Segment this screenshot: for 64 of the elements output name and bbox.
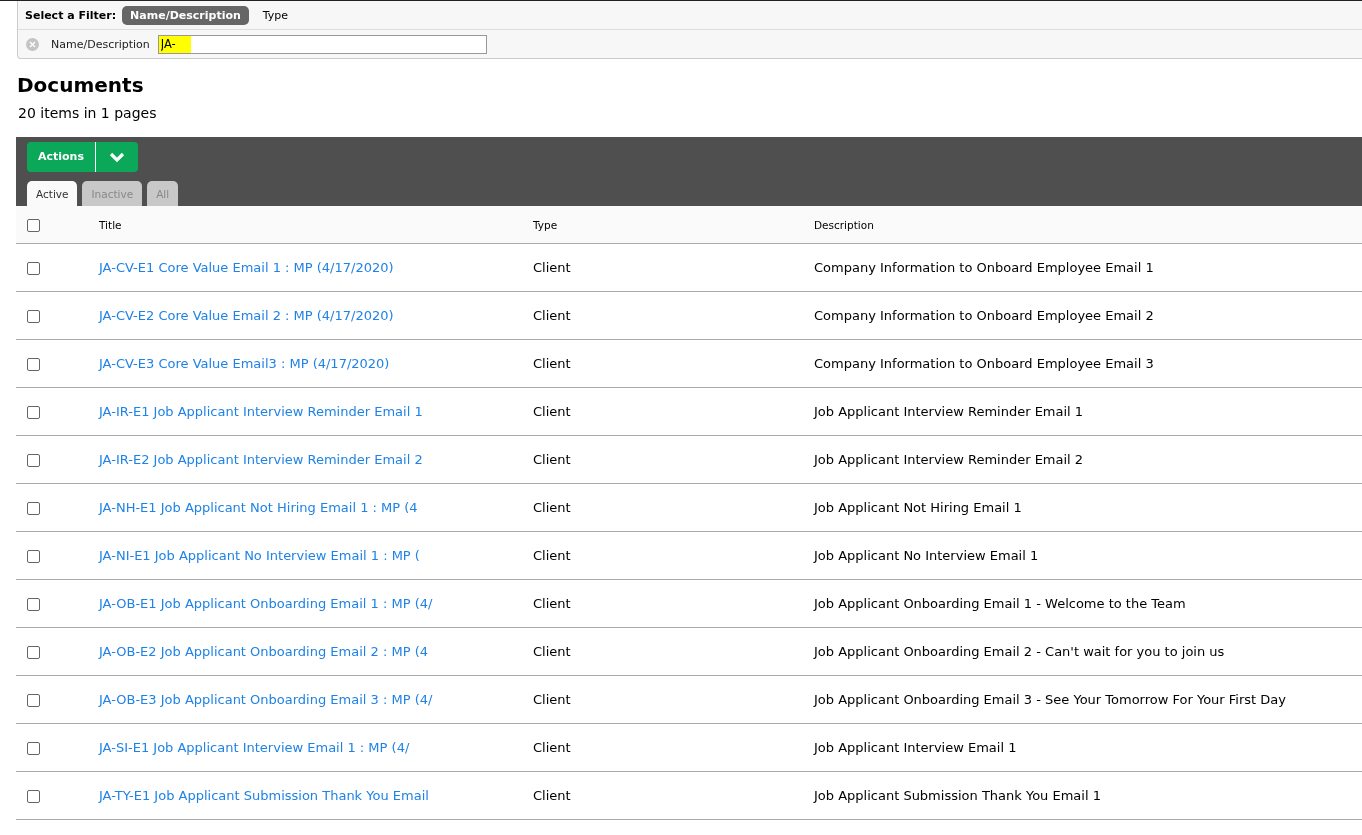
table-cell: Job Applicant Interview Reminder Email 2: [814, 452, 1084, 467]
table-cell: Client: [533, 740, 571, 755]
column-header[interactable]: Title: [99, 218, 122, 231]
column-header[interactable]: Type: [533, 218, 558, 231]
table-cell: Job Applicant Not Hiring Email 1: [814, 500, 1022, 515]
status-tab[interactable]: Active: [27, 181, 78, 206]
column-header[interactable]: Description: [814, 218, 874, 231]
table-cell: Job Applicant Submission Thank You Email 1: [814, 788, 1101, 803]
row-checkbox[interactable]: [27, 789, 40, 803]
row-checkbox[interactable]: [27, 405, 40, 419]
name-description-field[interactable]: JA-: [157, 34, 487, 54]
table-cell: Company Information to Onboard Employee Email 2: [814, 308, 1154, 323]
field-label: Name/Description: [51, 37, 150, 51]
table-cell: Job Applicant Interview Reminder Email 1: [814, 404, 1084, 419]
row-checkbox[interactable]: [27, 453, 40, 467]
document-link[interactable]: JA-OB-E2 Job Applicant Onboarding Email 2 : MP (4: [99, 644, 428, 659]
page-heading: Documents: [17, 73, 145, 97]
row-checkbox[interactable]: [27, 261, 40, 275]
filter-option[interactable]: Type: [254, 5, 297, 25]
row-checkbox[interactable]: [27, 693, 40, 707]
table-cell: Client: [533, 596, 571, 611]
table-cell: Client: [533, 260, 571, 275]
select-all-checkbox[interactable]: [27, 218, 40, 232]
filter-option[interactable]: Name/Description: [122, 5, 249, 25]
table-cell: Job Applicant Onboarding Email 3 - See Your Tomorrow For Your First Day: [814, 692, 1286, 707]
table-cell: Client: [533, 548, 571, 563]
table-cell: Job Applicant Onboarding Email 2 - Can't wait for you to join us: [814, 644, 1225, 659]
document-link[interactable]: JA-OB-E1 Job Applicant Onboarding Email 1 : MP (4/: [99, 596, 433, 611]
table-cell: Client: [533, 404, 571, 419]
table-cell: Client: [533, 788, 571, 803]
row-checkbox[interactable]: [27, 597, 40, 611]
row-checkbox[interactable]: [27, 501, 40, 515]
status-tab[interactable]: All: [147, 181, 179, 206]
table-cell: Client: [533, 356, 571, 371]
caret-icon: [109, 151, 125, 163]
document-link[interactable]: JA-NH-E1 Job Applicant Not Hiring Email 1 : MP (4: [99, 500, 418, 515]
document-link[interactable]: JA-OB-E3 Job Applicant Onboarding Email 3 : MP (4/: [99, 692, 433, 707]
row-checkbox[interactable]: [27, 357, 40, 371]
table-cell: Company Information to Onboard Employee Email 1: [814, 260, 1154, 275]
document-link[interactable]: JA-SI-E1 Job Applicant Interview Email 1 : MP (4/: [99, 740, 410, 755]
table-cell: Client: [533, 308, 571, 323]
document-link[interactable]: JA-NI-E1 Job Applicant No Interview Email 1 : MP (: [99, 548, 420, 563]
document-link[interactable]: JA-CV-E3 Core Value Email3 : MP (4/17/2020): [99, 356, 390, 371]
table-cell: Job Applicant Interview Email 1: [814, 740, 1017, 755]
row-checkbox[interactable]: [27, 741, 40, 755]
row-checkbox[interactable]: [27, 309, 40, 323]
document-link[interactable]: JA-IR-E2 Job Applicant Interview Reminder Email 2: [99, 452, 423, 467]
table-cell: Job Applicant Onboarding Email 1 - Welcome to the Team: [814, 596, 1186, 611]
document-link[interactable]: JA-IR-E1 Job Applicant Interview Reminder Email 1: [99, 404, 423, 419]
document-link[interactable]: JA-CV-E1 Core Value Email 1 : MP (4/17/2020): [99, 260, 394, 275]
row-checkbox[interactable]: [27, 549, 40, 563]
actions-button[interactable]: Actions: [27, 142, 138, 172]
table-cell: Company Information to Onboard Employee Email 3: [814, 356, 1154, 371]
filter-label: Select a Filter:: [25, 8, 117, 22]
table-cell: Client: [533, 500, 571, 515]
document-link[interactable]: JA-CV-E2 Core Value Email 2 : MP (4/17/2020): [99, 308, 394, 323]
item-count: 20 items in 1 pages: [18, 105, 158, 121]
table-cell: Client: [533, 452, 571, 467]
row-checkbox[interactable]: [27, 645, 40, 659]
table-cell: Client: [533, 692, 571, 707]
document-link[interactable]: JA-TY-E1 Job Applicant Submission Thank You Email: [99, 788, 429, 803]
table-cell: Client: [533, 644, 571, 659]
status-tab[interactable]: Inactive: [82, 181, 143, 206]
table-cell: Job Applicant No Interview Email 1: [814, 548, 1039, 563]
